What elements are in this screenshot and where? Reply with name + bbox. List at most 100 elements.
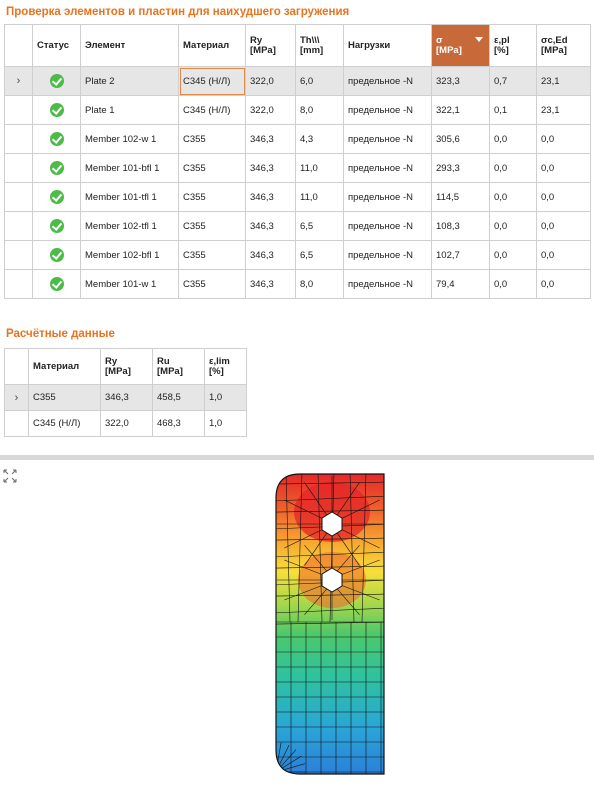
material-cell[interactable]: C355 xyxy=(178,182,246,212)
material-cell[interactable]: C345 (Н/Л) xyxy=(178,66,246,96)
design-material-cell: C345 (Н/Л) xyxy=(28,410,101,437)
table-row[interactable]: Member 101-tfl 1 C355 346,3 11,0 предельное … xyxy=(4,182,591,212)
sced-cell: 0,0 xyxy=(536,124,591,154)
design-data-title: Расчётные данные xyxy=(6,328,115,340)
loads-cell: предельное -N xyxy=(343,269,432,299)
check-circle-icon xyxy=(49,190,64,204)
row-indicator: › xyxy=(4,384,29,411)
col-status[interactable]: Статус xyxy=(32,24,81,67)
table-row[interactable]: Plate 1 C345 (Н/Л) 322,0 8,0 предельное -N 32… xyxy=(4,95,591,125)
th-cell: 6,5 xyxy=(295,240,344,270)
sigma-cell: 79,4 xyxy=(431,269,490,299)
epl-cell: 0,0 xyxy=(489,182,537,212)
material-cell[interactable]: C355 xyxy=(178,240,246,270)
design-col-material[interactable]: Материал xyxy=(28,348,101,385)
sced-cell: 0,0 xyxy=(536,153,591,183)
design-ru-cell: 458,5 xyxy=(152,384,205,411)
loads-cell: предельное -N xyxy=(343,240,432,270)
ry-cell: 346,3 xyxy=(245,182,296,212)
loads-cell: предельное -N xyxy=(343,153,432,183)
epl-cell: 0,0 xyxy=(489,240,537,270)
expand-arrows-icon[interactable] xyxy=(2,468,18,484)
sigma-cell: 322,1 xyxy=(431,95,490,125)
ry-cell: 346,3 xyxy=(245,124,296,154)
status-cell xyxy=(32,269,81,299)
row-indicator xyxy=(4,240,33,270)
design-ry-cell: 346,3 xyxy=(100,384,153,411)
col-sigma[interactable]: σ [MPa] xyxy=(431,24,490,67)
element-cell: Member 102-bfl 1 xyxy=(80,240,179,270)
sigma-cell: 114,5 xyxy=(431,182,490,212)
col-th[interactable]: Th\\\ [mm] xyxy=(295,24,344,67)
status-cell xyxy=(32,153,81,183)
sced-cell: 0,0 xyxy=(536,182,591,212)
th-cell: 6,0 xyxy=(295,66,344,96)
table-row[interactable]: › Plate 2 C345 (Н/Л) 322,0 6,0 предельное -N 3… xyxy=(4,66,591,96)
sced-cell: 0,0 xyxy=(536,211,591,241)
element-cell: Plate 2 xyxy=(80,66,179,96)
sced-cell: 23,1 xyxy=(536,66,591,96)
material-cell[interactable]: C355 xyxy=(178,269,246,299)
epl-cell: 0,0 xyxy=(489,153,537,183)
check-circle-icon xyxy=(49,132,64,146)
col-sced[interactable]: σc,Ed [MPa] xyxy=(536,24,591,67)
element-cell: Member 101-w 1 xyxy=(80,269,179,299)
loads-cell: предельное -N xyxy=(343,66,432,96)
element-cell: Member 101-bfl 1 xyxy=(80,153,179,183)
row-indicator-header xyxy=(4,24,33,67)
th-cell: 6,5 xyxy=(295,211,344,241)
design-row[interactable]: › C355 346,3 458,5 1,0 xyxy=(4,384,247,411)
sced-cell: 0,0 xyxy=(536,269,591,299)
design-col-ru[interactable]: Ru [MPa] xyxy=(152,348,205,385)
table-header-row: Статус Элемент Материал Ry [MPa] Th\\\ [mm… xyxy=(4,24,591,67)
table-row[interactable]: Member 101-bfl 1 C355 346,3 11,0 предельное … xyxy=(4,153,591,183)
panel-splitter[interactable] xyxy=(0,455,594,460)
col-loads[interactable]: Нагрузки xyxy=(343,24,432,67)
design-col-ry-label: Ry xyxy=(105,355,118,367)
sigma-cell: 323,3 xyxy=(431,66,490,96)
table-row[interactable]: Member 102-bfl 1 C355 346,3 6,5 предельное -… xyxy=(4,240,591,270)
status-cell xyxy=(32,95,81,125)
design-header-row: Материал Ry [MPa] Ru [MPa] ε,lim [%] xyxy=(4,348,247,385)
status-cell xyxy=(32,124,81,154)
material-cell[interactable]: C355 xyxy=(178,153,246,183)
ry-cell: 346,3 xyxy=(245,269,296,299)
check-circle-icon xyxy=(49,219,64,233)
design-col-ry[interactable]: Ry [MPa] xyxy=(100,348,153,385)
check-circle-icon xyxy=(49,103,64,117)
loads-cell: предельное -N xyxy=(343,211,432,241)
design-elim-cell: 1,0 xyxy=(204,410,247,437)
design-col-elim-label: ε,lim xyxy=(209,355,230,367)
epl-cell: 0,7 xyxy=(489,66,537,96)
row-indicator: › xyxy=(4,66,33,96)
design-col-ru-unit: [MPa] xyxy=(157,365,183,377)
element-cell: Member 102-w 1 xyxy=(80,124,179,154)
table-row[interactable]: Member 102-w 1 C355 346,3 4,3 предельное -N 3… xyxy=(4,124,591,154)
col-element[interactable]: Элемент xyxy=(80,24,179,67)
ry-cell: 346,3 xyxy=(245,211,296,241)
table-row[interactable]: Member 101-w 1 C355 346,3 8,0 предельное -N 7… xyxy=(4,269,591,299)
design-ru-cell: 468,3 xyxy=(152,410,205,437)
col-epl-unit: [%] xyxy=(494,44,509,56)
ry-cell: 322,0 xyxy=(245,95,296,125)
design-col-ru-label: Ru xyxy=(157,355,170,367)
loads-cell: предельное -N xyxy=(343,182,432,212)
material-cell[interactable]: C355 xyxy=(178,211,246,241)
material-cell[interactable]: C345 (Н/Л) xyxy=(178,95,246,125)
material-cell[interactable]: C355 xyxy=(178,124,246,154)
design-ry-cell: 322,0 xyxy=(100,410,153,437)
epl-cell: 0,0 xyxy=(489,269,537,299)
row-indicator xyxy=(4,182,33,212)
design-col-ry-unit: [MPa] xyxy=(105,365,131,377)
check-circle-icon xyxy=(49,248,64,262)
col-ry[interactable]: Ry [MPa] xyxy=(245,24,296,67)
table-row[interactable]: Member 102-tfl 1 C355 346,3 6,5 предельное -… xyxy=(4,211,591,241)
stress-contour-plot[interactable] xyxy=(270,472,390,784)
col-material[interactable]: Материал xyxy=(178,24,246,67)
design-col-elim[interactable]: ε,lim [%] xyxy=(204,348,247,385)
col-epl[interactable]: ε,pl [%] xyxy=(489,24,537,67)
sigma-cell: 102,7 xyxy=(431,240,490,270)
status-cell xyxy=(32,211,81,241)
design-row[interactable]: C345 (Н/Л) 322,0 468,3 1,0 xyxy=(4,410,247,437)
col-ry-unit: [MPa] xyxy=(250,44,276,56)
